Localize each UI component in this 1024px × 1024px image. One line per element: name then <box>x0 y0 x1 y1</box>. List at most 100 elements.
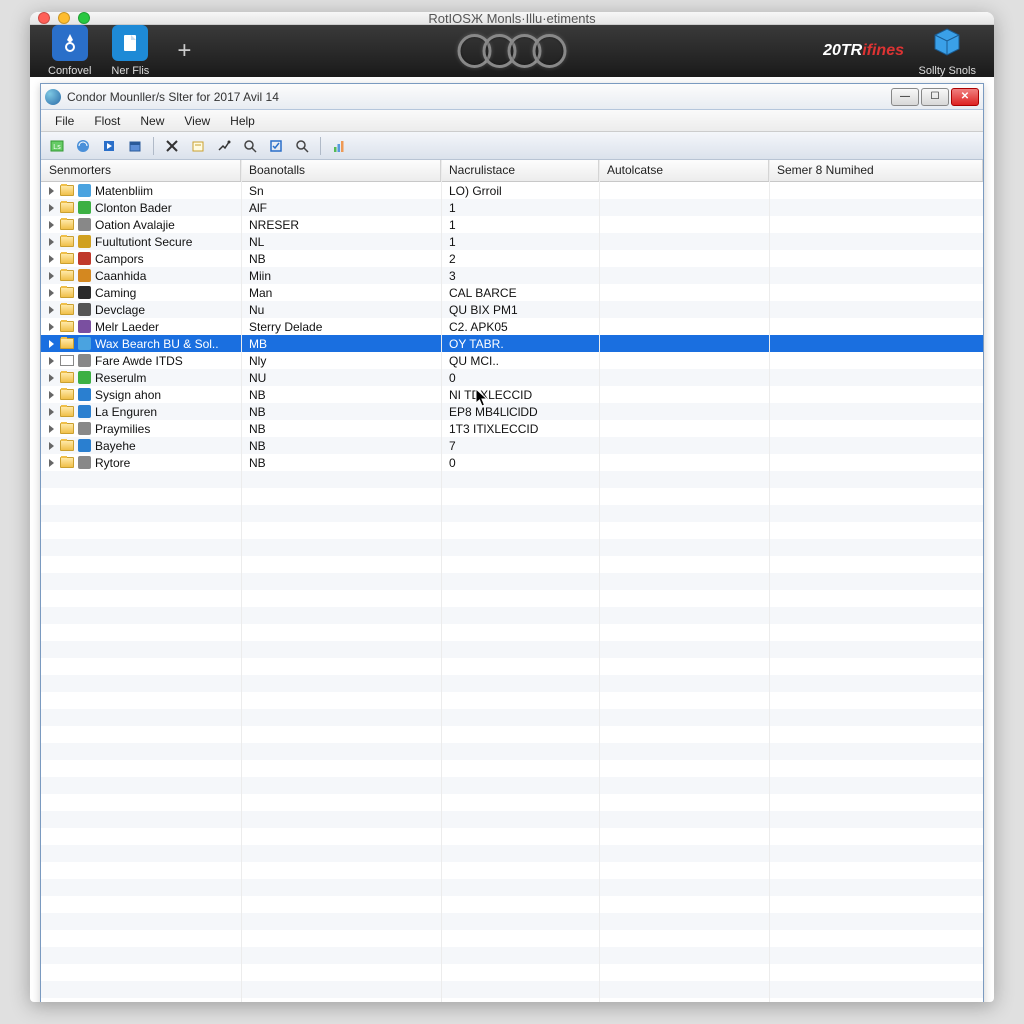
expand-arrow-icon[interactable] <box>49 340 54 348</box>
column-header-3[interactable]: Autolcatse <box>599 160 769 181</box>
close-button[interactable]: ✕ <box>951 88 979 106</box>
audi-logo <box>458 34 567 68</box>
menu-file[interactable]: File <box>45 112 84 130</box>
row-cell-1: NB <box>241 422 441 436</box>
folder-icon <box>60 321 74 332</box>
table-row[interactable]: Oation AvalajieNRESER1 <box>41 216 983 233</box>
folder-icon <box>60 236 74 247</box>
expand-arrow-icon[interactable] <box>49 204 54 212</box>
menu-help[interactable]: Help <box>220 112 265 130</box>
expand-arrow-icon[interactable] <box>49 272 54 280</box>
toolbar-chart-icon[interactable] <box>329 136 349 156</box>
toolbar-save-icon[interactable] <box>125 136 145 156</box>
toolbar-search-icon[interactable] <box>240 136 260 156</box>
table-row[interactable]: ReserulmNU0 <box>41 369 983 386</box>
expand-arrow-icon[interactable] <box>49 323 54 331</box>
expand-arrow-icon[interactable] <box>49 408 54 416</box>
table-row[interactable]: PraymiliesNB1T3 ITlXLECCID <box>41 420 983 437</box>
table-row[interactable]: RytoreNB0 <box>41 454 983 471</box>
empty-row <box>41 624 983 641</box>
expand-arrow-icon[interactable] <box>49 357 54 365</box>
expand-arrow-icon[interactable] <box>49 221 54 229</box>
empty-row <box>41 930 983 947</box>
empty-row <box>41 590 983 607</box>
empty-row <box>41 658 983 675</box>
table-row[interactable]: CamingManCAL BARCE <box>41 284 983 301</box>
cube-icon <box>929 25 965 61</box>
table-row[interactable]: BayeheNB7 <box>41 437 983 454</box>
table[interactable]: SenmortersBoanotallsNacrulistaceAutolcat… <box>41 160 983 1002</box>
toolbar-item-label: Confovel <box>48 65 91 77</box>
toolbar-delete-icon[interactable] <box>162 136 182 156</box>
row-cell-2: EP8 MB4LlClDD <box>441 405 599 419</box>
expand-arrow-icon[interactable] <box>49 255 54 263</box>
expand-arrow-icon[interactable] <box>49 238 54 246</box>
toolbar-item-1[interactable]: Ner Flis <box>111 25 149 77</box>
empty-row <box>41 879 983 896</box>
column-header-0[interactable]: Senmorters <box>41 160 241 181</box>
type-icon <box>78 388 91 401</box>
toolbar-globe-icon[interactable] <box>73 136 93 156</box>
zoom-traffic-light[interactable] <box>78 12 90 24</box>
empty-row <box>41 607 983 624</box>
table-row[interactable]: Melr LaederSterry DeladeC2. APK05 <box>41 318 983 335</box>
table-row[interactable]: MatenbliimSnLO) Grroil <box>41 182 983 199</box>
expand-arrow-icon[interactable] <box>49 442 54 450</box>
table-row[interactable]: Fuultutiont SecureNL1 <box>41 233 983 250</box>
row-name: Bayehe <box>95 439 136 453</box>
empty-row <box>41 964 983 981</box>
toolbar-note-icon[interactable] <box>188 136 208 156</box>
toolbar-item-0[interactable]: Confovel <box>48 25 91 77</box>
menu-view[interactable]: View <box>174 112 220 130</box>
expand-arrow-icon[interactable] <box>49 425 54 433</box>
column-header-1[interactable]: Boanotalls <box>241 160 441 181</box>
toolbar-search2-icon[interactable] <box>292 136 312 156</box>
expand-arrow-icon[interactable] <box>49 289 54 297</box>
type-icon <box>78 252 91 265</box>
mac-titlebar: RotIOSЖ Monls·Illu·etiments <box>30 12 994 25</box>
toolbar-trend-icon[interactable] <box>214 136 234 156</box>
menu-new[interactable]: New <box>130 112 174 130</box>
expand-arrow-icon[interactable] <box>49 187 54 195</box>
close-traffic-light[interactable] <box>38 12 50 24</box>
table-row[interactable]: CamporsNB2 <box>41 250 983 267</box>
empty-row <box>41 828 983 845</box>
toolbar-play-icon[interactable] <box>99 136 119 156</box>
column-header-4[interactable]: Semer 8 Numihed <box>769 160 983 181</box>
doc-icon <box>60 355 74 366</box>
table-row[interactable]: Fare Awde ITDSNlyQU MCI.. <box>41 352 983 369</box>
table-row[interactable]: Sysign ahonNBNI TDXLECCID <box>41 386 983 403</box>
row-name: Wax Bearch BU & Sol.. <box>95 337 219 351</box>
table-row[interactable]: Wax Bearch BU & Sol..MBOY TABR. <box>41 335 983 352</box>
empty-row <box>41 743 983 760</box>
menu-flost[interactable]: Flost <box>84 112 130 130</box>
row-cell-1: NRESER <box>241 218 441 232</box>
row-cell-2: 0 <box>441 456 599 470</box>
column-header-2[interactable]: Nacrulistace <box>441 160 599 181</box>
table-row[interactable]: Clonton BaderAlF1 <box>41 199 983 216</box>
cube-toolbar-item[interactable]: Sollty Snols <box>919 25 976 77</box>
table-row[interactable]: La EngurenNBEP8 MB4LlClDD <box>41 403 983 420</box>
type-icon <box>78 269 91 282</box>
expand-arrow-icon[interactable] <box>49 391 54 399</box>
folder-icon <box>60 423 74 434</box>
expand-arrow-icon[interactable] <box>49 459 54 467</box>
expand-arrow-icon[interactable] <box>49 374 54 382</box>
dark-toolbar: ConfovelNer Flis + 20TRifines Sollty Sno… <box>30 25 994 77</box>
empty-row <box>41 845 983 862</box>
table-row[interactable]: DevclageNuQU BIX PM1 <box>41 301 983 318</box>
empty-row <box>41 522 983 539</box>
add-toolbar-item-button[interactable]: + <box>177 37 191 65</box>
expand-arrow-icon[interactable] <box>49 306 54 314</box>
toolbar-check-icon[interactable] <box>266 136 286 156</box>
minimize-traffic-light[interactable] <box>58 12 70 24</box>
maximize-button[interactable]: ☐ <box>921 88 949 106</box>
type-icon <box>78 184 91 197</box>
toolbar-list-icon[interactable]: Ls <box>47 136 67 156</box>
folder-icon <box>60 304 74 315</box>
row-name: Matenbliim <box>95 184 153 198</box>
minimize-button[interactable]: — <box>891 88 919 106</box>
row-cell-1: NB <box>241 252 441 266</box>
type-icon <box>78 235 91 248</box>
table-row[interactable]: CaanhidaMiin3 <box>41 267 983 284</box>
